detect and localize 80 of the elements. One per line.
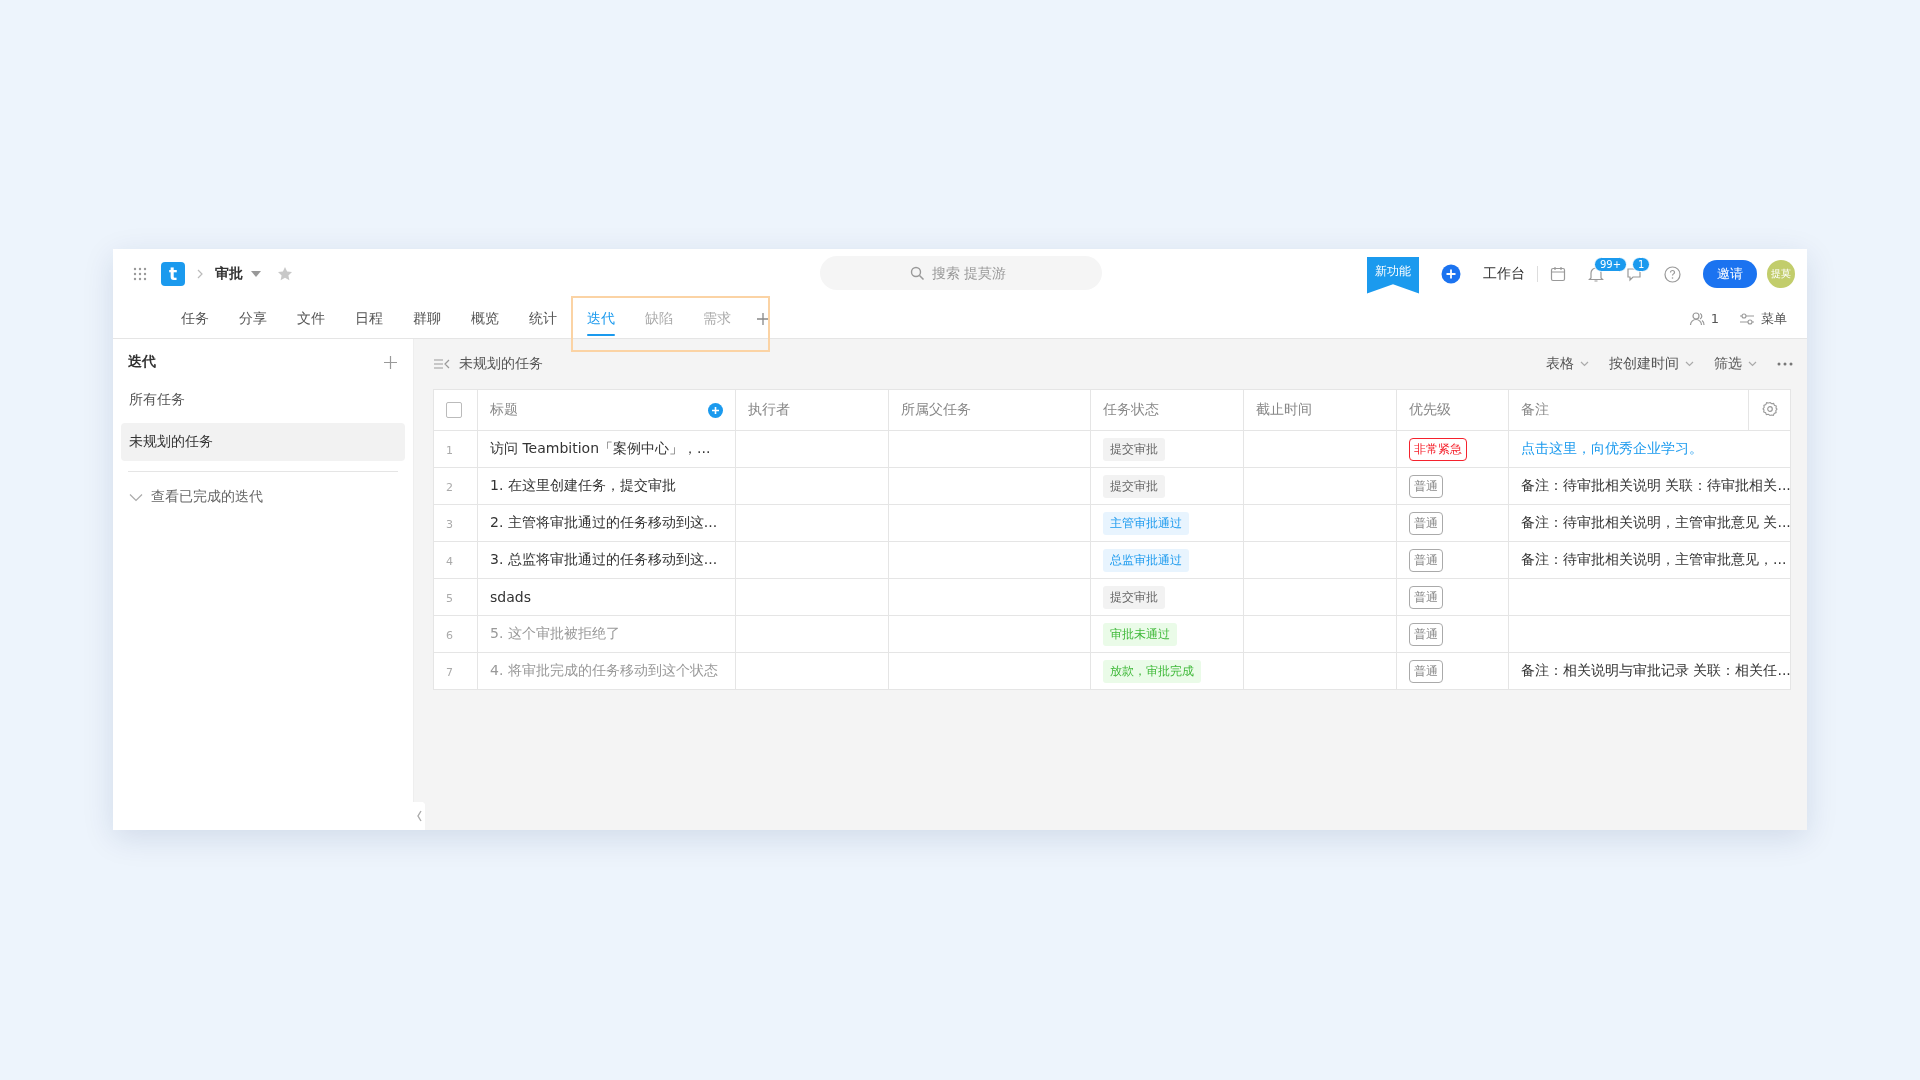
chevron-icon xyxy=(1685,361,1694,367)
sidebar-item[interactable]: 未规划的任务 xyxy=(121,423,405,461)
note-text: 备注：待审批相关说明，主管审批意见 关... xyxy=(1521,514,1790,530)
priority-tag[interactable]: 普通 xyxy=(1409,548,1443,572)
column-header[interactable]: 备注 xyxy=(1508,389,1749,431)
row-number: 3 xyxy=(446,517,453,531)
nav-tab[interactable]: 统计 xyxy=(514,299,572,338)
nav-tab[interactable]: 群聊 xyxy=(398,299,456,338)
sidebar-title: 迭代 xyxy=(128,353,156,371)
notification-count: 99+ xyxy=(1594,257,1628,272)
status-tag[interactable]: 总监审批通过 xyxy=(1103,548,1189,572)
status-tag[interactable]: 审批未通过 xyxy=(1103,622,1177,646)
chevron-icon xyxy=(1580,361,1589,367)
members-icon[interactable] xyxy=(1688,310,1705,327)
column-header[interactable]: 截止时间 xyxy=(1243,389,1397,431)
nav-tab[interactable]: 文件 xyxy=(282,299,340,338)
nav-tab[interactable]: 分享 xyxy=(224,299,282,338)
chevron-icon xyxy=(1748,361,1757,367)
priority-tag[interactable]: 普通 xyxy=(1409,622,1443,646)
collapse-chevron-icon[interactable] xyxy=(129,492,143,502)
add-icon[interactable] xyxy=(1441,264,1461,284)
row-number: 5 xyxy=(446,591,453,605)
search-field[interactable]: 搜索 提莫游 xyxy=(820,256,1102,290)
note-text: 备注：待审批相关说明 关联：待审批相关... xyxy=(1521,477,1790,493)
status-tag[interactable]: 放款，审批完成 xyxy=(1103,659,1201,683)
caret-icon[interactable] xyxy=(251,271,261,277)
member-count[interactable]: 1 xyxy=(1710,311,1719,326)
message-count: 1 xyxy=(1632,257,1651,272)
row-number: 1 xyxy=(446,443,453,457)
add-icon[interactable] xyxy=(383,354,398,370)
priority-tag[interactable]: 普通 xyxy=(1409,511,1443,535)
priority-tag[interactable]: 非常紧急 xyxy=(1409,437,1467,461)
note-text: 备注：相关说明与审批记录 关联：相关任... xyxy=(1521,662,1790,678)
search-icon xyxy=(910,266,925,281)
collapse-list-icon[interactable] xyxy=(433,358,451,370)
status-tag[interactable]: 提交审批 xyxy=(1103,585,1165,609)
row-number: 7 xyxy=(446,665,453,679)
more-icon[interactable] xyxy=(1777,362,1793,366)
workbench-link[interactable]: 工作台 xyxy=(1483,265,1525,283)
add-tab-icon[interactable] xyxy=(756,311,770,326)
add-icon[interactable] xyxy=(708,402,723,418)
priority-tag[interactable]: 普通 xyxy=(1409,474,1443,498)
view-option-dropdown[interactable]: 筛选 xyxy=(1714,355,1757,373)
sidebar-item[interactable]: 所有任务 xyxy=(121,381,405,419)
nav-tab[interactable]: 日程 xyxy=(340,299,398,338)
column-header[interactable]: 标题 xyxy=(490,401,518,419)
settings-icon[interactable] xyxy=(1761,400,1778,417)
project-name[interactable]: 审批 xyxy=(215,265,243,283)
status-tag[interactable]: 主管审批通过 xyxy=(1103,511,1189,535)
row-number: 6 xyxy=(446,628,453,642)
calendar-icon[interactable] xyxy=(1550,266,1566,282)
column-header[interactable]: 优先级 xyxy=(1396,389,1509,431)
task-title[interactable]: sdads xyxy=(490,589,531,605)
view-option-dropdown[interactable]: 表格 xyxy=(1546,355,1589,373)
status-tag[interactable]: 提交审批 xyxy=(1103,437,1165,461)
nav-tab[interactable]: 概览 xyxy=(456,299,514,338)
sliders-icon[interactable] xyxy=(1739,311,1755,326)
view-title: 未规划的任务 xyxy=(459,355,543,373)
nav-tab[interactable]: 任务 xyxy=(166,299,224,338)
apps-grid-icon[interactable] xyxy=(133,267,147,281)
priority-tag[interactable]: 普通 xyxy=(1409,659,1443,683)
priority-tag[interactable]: 普通 xyxy=(1409,585,1443,609)
help-icon[interactable] xyxy=(1664,265,1681,283)
star-icon[interactable] xyxy=(277,266,293,282)
column-header[interactable]: 所属父任务 xyxy=(888,389,1091,431)
column-header[interactable]: 执行者 xyxy=(735,389,889,431)
nav-tab[interactable]: 迭代 xyxy=(572,299,630,338)
column-header[interactable]: 任务状态 xyxy=(1090,389,1244,431)
status-tag[interactable]: 提交审批 xyxy=(1103,474,1165,498)
view-option-dropdown[interactable]: 按创建时间 xyxy=(1609,355,1694,373)
select-all-checkbox[interactable] xyxy=(446,402,462,418)
note-text: 备注：待审批相关说明，主管审批意见，... xyxy=(1521,551,1787,567)
completed-iterations-link[interactable]: 查看已完成的迭代 xyxy=(151,488,263,506)
chat-icon[interactable] xyxy=(1626,266,1642,282)
row-number: 4 xyxy=(446,554,453,568)
new-feature-ribbon[interactable]: 新功能 xyxy=(1367,256,1419,294)
app-logo[interactable]: t xyxy=(161,262,185,286)
row-number: 2 xyxy=(446,480,453,494)
menu-link[interactable]: 菜单 xyxy=(1761,309,1787,328)
invite-button[interactable]: 邀请 xyxy=(1703,260,1757,288)
